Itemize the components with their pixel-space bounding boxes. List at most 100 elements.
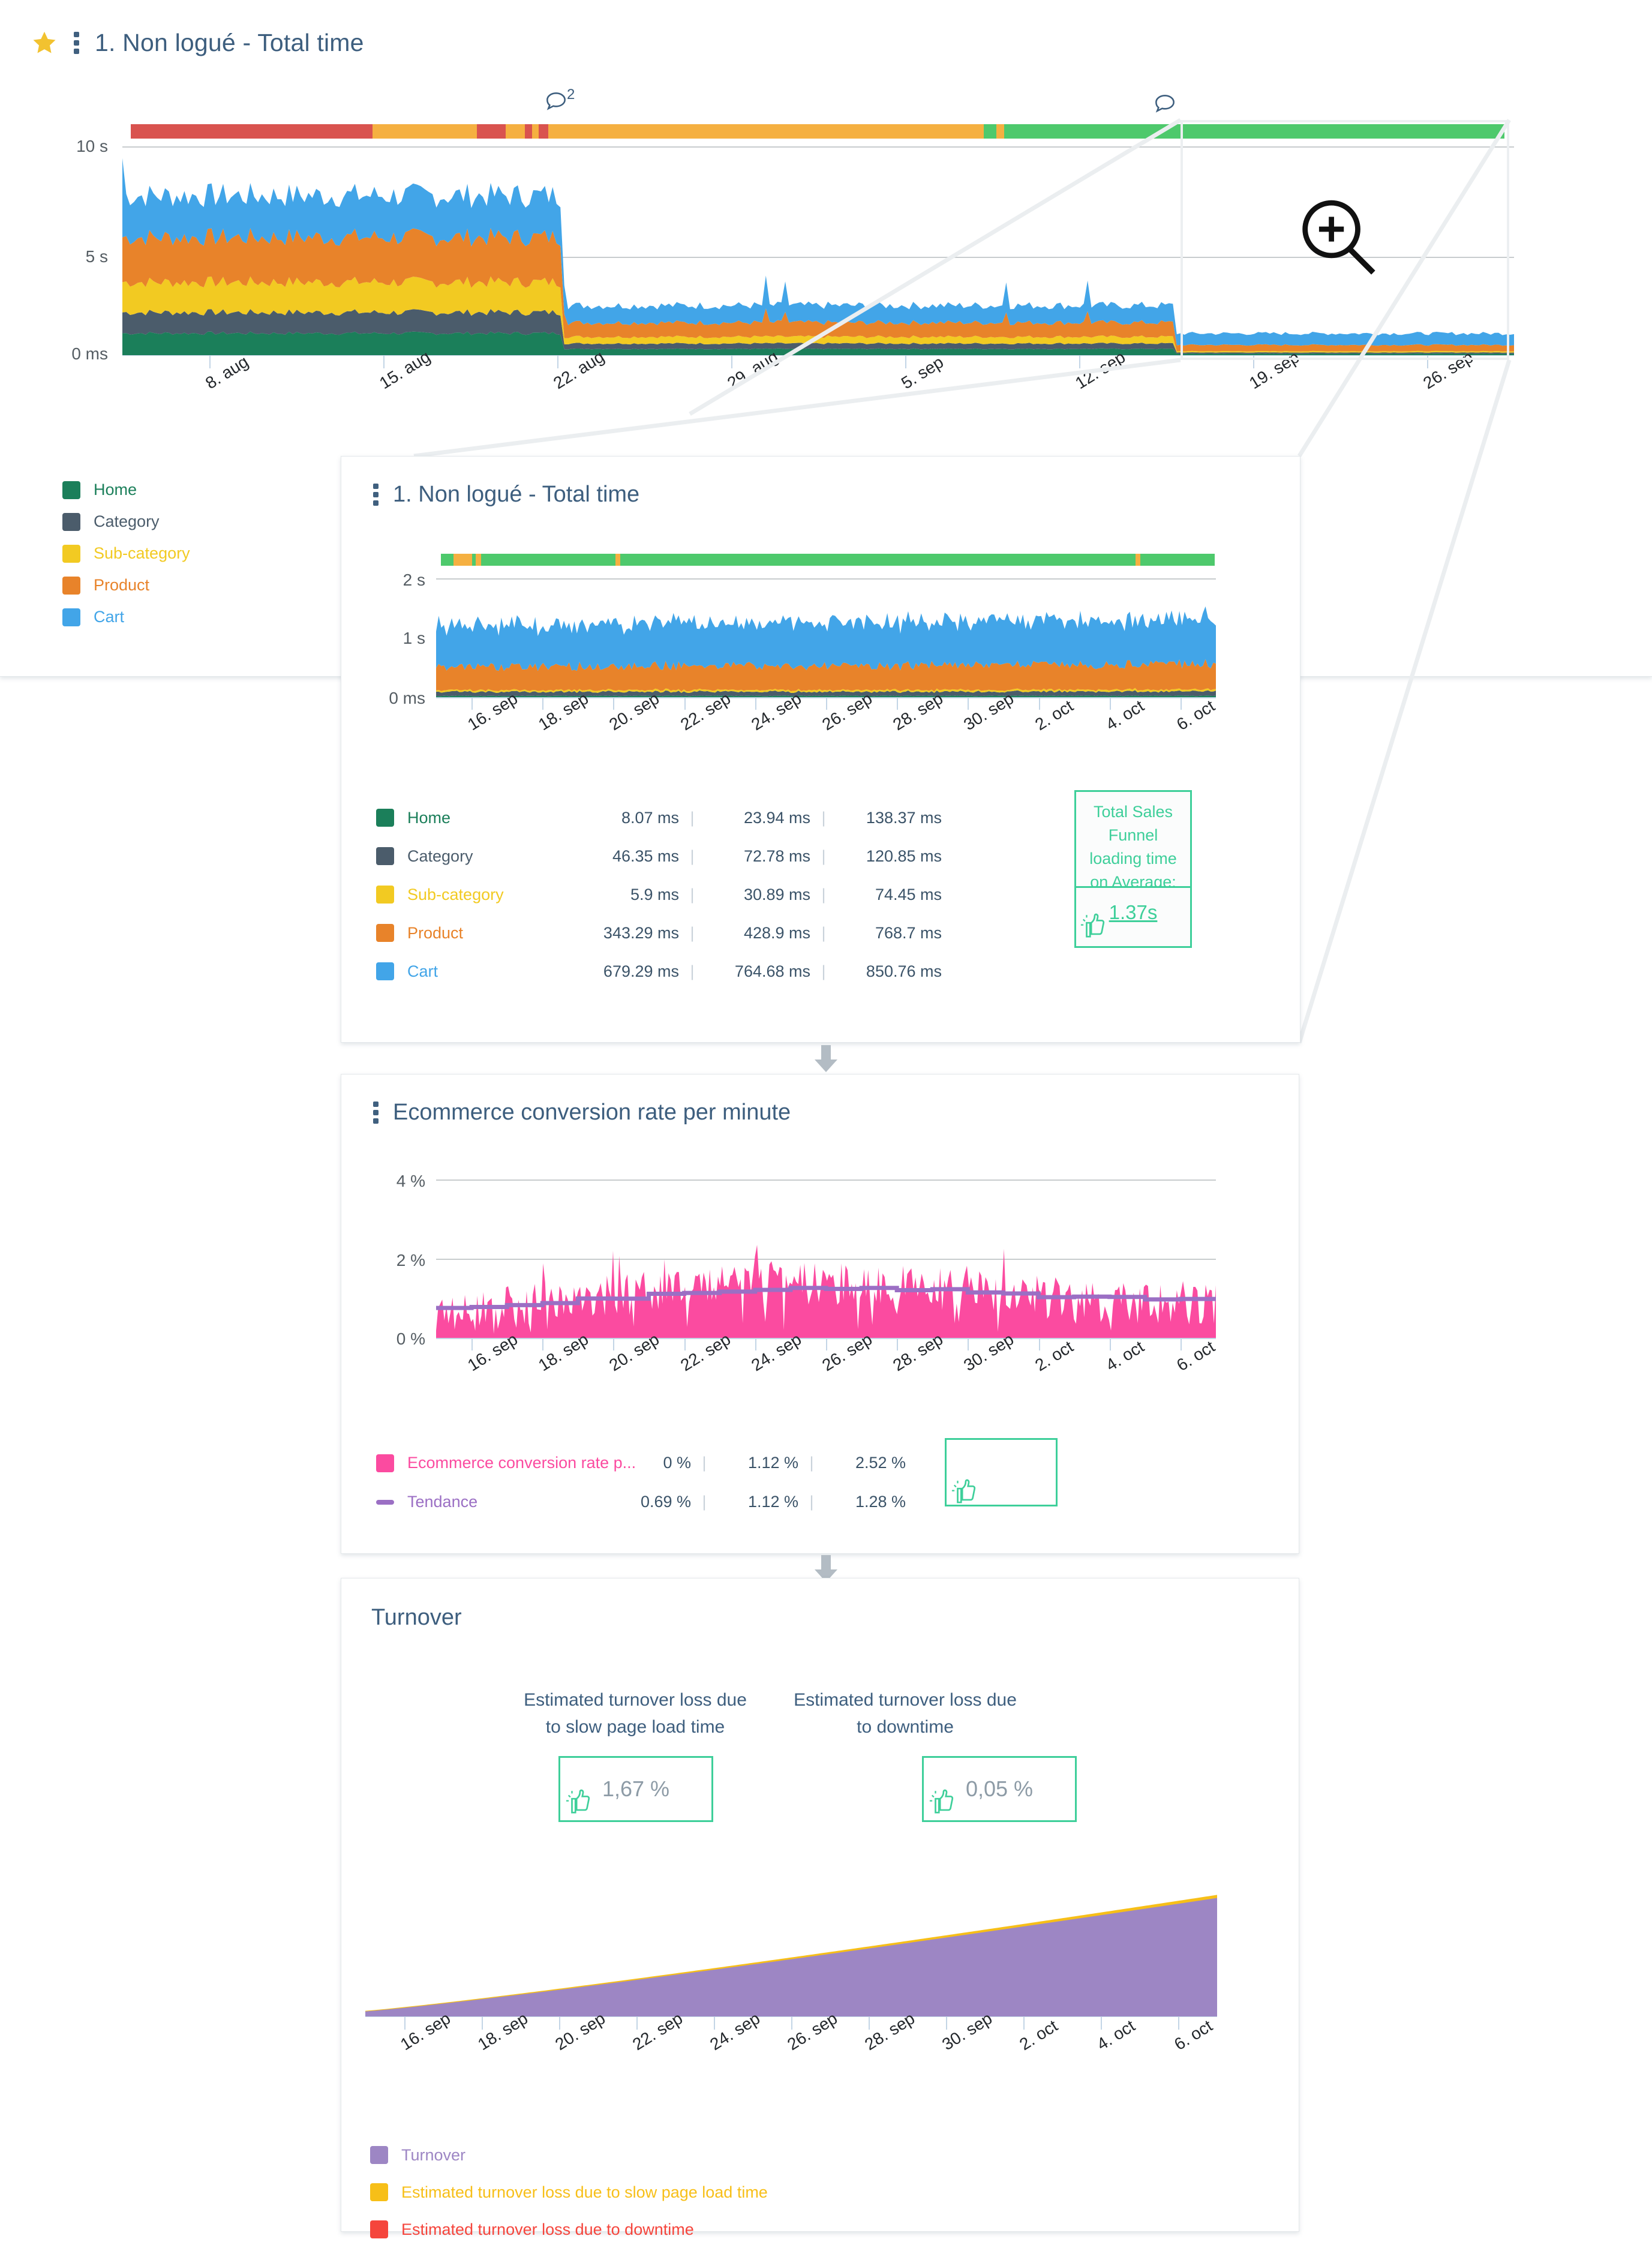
legend-swatch — [376, 924, 394, 942]
x-tick-mark — [404, 2016, 406, 2030]
y-tick-label: 4 % — [396, 1172, 425, 1190]
legend-item[interactable]: Estimated turnover loss due to downtime — [370, 2211, 768, 2248]
series-label: Product — [407, 923, 464, 942]
turnover-panel: Turnover Estimated turnover loss due to … — [341, 1578, 1299, 2238]
turnover-area-chart[interactable] — [365, 1890, 1217, 2016]
status-segment-warning[interactable] — [476, 554, 482, 566]
x-tick-mark — [1180, 698, 1182, 710]
cell-max: 138.37 ms — [866, 808, 942, 827]
status-segment-ok[interactable] — [441, 554, 453, 566]
status-segment-warning[interactable] — [453, 554, 472, 566]
legend-label: Cart — [94, 608, 125, 626]
comment-icon-2[interactable] — [1152, 91, 1178, 121]
legend-item[interactable]: Home — [62, 474, 190, 506]
x-tick-mark — [826, 1338, 827, 1350]
cell-divider: | — [702, 1454, 707, 1472]
kebab-menu-icon[interactable] — [371, 1102, 380, 1124]
cell-avg: 1.12 % — [747, 1493, 798, 1511]
status-segment-error[interactable] — [477, 124, 506, 139]
cell-divider: | — [821, 923, 826, 942]
cell-min: 0.69 % — [640, 1493, 691, 1511]
x-tick-mark — [1023, 2016, 1025, 2030]
metrics-table: Ecommerce conversion rate p... 0 % | 1.12 %… — [376, 1443, 906, 1521]
status-segment-warning[interactable] — [531, 124, 539, 139]
status-segment-warning[interactable] — [373, 124, 477, 139]
row-name: Home — [376, 809, 574, 827]
metric-value-box-slow-load[interactable]: 1,67 % — [558, 1756, 713, 1822]
cell-divider: | — [690, 808, 695, 827]
status-segment-warning[interactable] — [506, 124, 525, 139]
cell-max: 120.85 ms — [866, 847, 942, 865]
metric-value-box-downtime[interactable]: 0,05 % — [922, 1756, 1077, 1822]
kebab-menu-icon[interactable] — [72, 32, 80, 54]
status-segment-warning[interactable] — [996, 124, 1005, 139]
legend-item[interactable]: Category — [62, 506, 190, 538]
cell-min: 8.07 ms — [621, 808, 679, 827]
table-row[interactable]: Cart 679.29 ms | 764.68 ms | 850.76 ms — [376, 952, 942, 991]
legend-swatch — [62, 608, 80, 626]
x-tick-mark — [755, 698, 756, 710]
status-segment-warning[interactable] — [615, 554, 621, 566]
row-name: Sub-category — [376, 886, 574, 904]
table-row[interactable]: Ecommerce conversion rate p... 0 % | 1.12 %… — [376, 1443, 906, 1482]
table-row[interactable]: Category 46.35 ms | 72.78 ms | 120.85 ms — [376, 837, 942, 875]
status-segment-error[interactable] — [525, 124, 532, 139]
table-row[interactable]: Home 8.07 ms | 23.94 ms | 138.37 ms — [376, 799, 942, 837]
legend-item[interactable]: Cart — [62, 601, 190, 633]
panel2-header: 1. Non logué - Total time — [371, 482, 639, 508]
area-series-conversion — [436, 1245, 1216, 1338]
panel1-header: 1. Non logué - Total time — [31, 29, 364, 57]
row-name: Tendance — [376, 1493, 610, 1511]
kpi-total-funnel-value-box[interactable]: 1.37s — [1074, 888, 1192, 948]
star-icon[interactable] — [31, 30, 58, 56]
status-segment-ok[interactable] — [984, 124, 996, 139]
status-segment-ok[interactable] — [481, 554, 616, 566]
cell-divider: | — [821, 808, 826, 827]
x-tick-mark — [1079, 355, 1080, 368]
legend-item[interactable]: Product — [62, 569, 190, 601]
thumbs-up-icon — [1080, 913, 1105, 938]
cell-divider: | — [821, 885, 826, 904]
status-segment-ok[interactable] — [620, 554, 1136, 566]
cell-avg: 764.68 ms — [734, 962, 810, 980]
legend-swatch — [376, 886, 394, 904]
legend-item[interactable]: Estimated turnover loss due to slow page… — [370, 2174, 768, 2211]
table-row[interactable]: Product 343.29 ms | 428.9 ms | 768.7 ms — [376, 914, 942, 952]
x-tick-mark — [613, 698, 615, 710]
status-segment-error[interactable] — [131, 124, 373, 139]
thumbs-up-icon — [566, 1789, 590, 1814]
metric-title-downtime: Estimated turnover loss due to downtime — [794, 1690, 1017, 1737]
x-tick-mark — [636, 2016, 638, 2030]
cell-avg: 1.12 % — [747, 1454, 798, 1472]
cell-min: 46.35 ms — [612, 847, 679, 865]
cell-avg: 428.9 ms — [743, 923, 810, 942]
stacked-area-chart[interactable] — [436, 578, 1216, 697]
metric-title-slow-load: Estimated turnover loss due to slow page… — [524, 1690, 747, 1737]
status-segment-warning[interactable] — [548, 124, 984, 139]
cell-divider: | — [690, 923, 695, 942]
comment-icon-1[interactable]: 2 — [543, 86, 575, 118]
table-row[interactable]: Sub-category 5.9 ms | 30.89 ms | 74.45 ms — [376, 875, 942, 914]
legend-item[interactable]: Turnover — [370, 2136, 768, 2174]
series-label: Sub-category — [407, 885, 504, 904]
status-segment-error[interactable] — [539, 124, 549, 139]
legend-label: Home — [94, 481, 137, 499]
legend-swatch — [62, 481, 80, 499]
kpi-total-funnel-box[interactable]: Total Sales Funnel loading time on Avera… — [1074, 790, 1192, 891]
legend-swatch — [376, 847, 394, 865]
status-timeline-bar[interactable] — [441, 554, 1215, 566]
thumbs-up-icon — [929, 1789, 954, 1814]
zoom-selection-rect[interactable] — [1181, 120, 1509, 360]
row-name: Product — [376, 924, 574, 943]
table-row[interactable]: Tendance 0.69 % | 1.12 % | 1.28 % — [376, 1482, 906, 1521]
panel-title: Ecommerce conversion rate per minute — [393, 1100, 791, 1125]
y-tick-label: 2 s — [403, 571, 425, 589]
metric-value: 1,67 % — [602, 1776, 670, 1801]
conversion-area-chart[interactable] — [436, 1179, 1216, 1338]
legend-label: Category — [94, 512, 160, 530]
status-segment-warning[interactable] — [1136, 554, 1141, 566]
kebab-menu-icon[interactable] — [371, 484, 380, 506]
flow-arrow-down — [815, 1045, 837, 1072]
status-segment-ok[interactable] — [1140, 554, 1215, 566]
legend-item[interactable]: Sub-category — [62, 538, 190, 569]
